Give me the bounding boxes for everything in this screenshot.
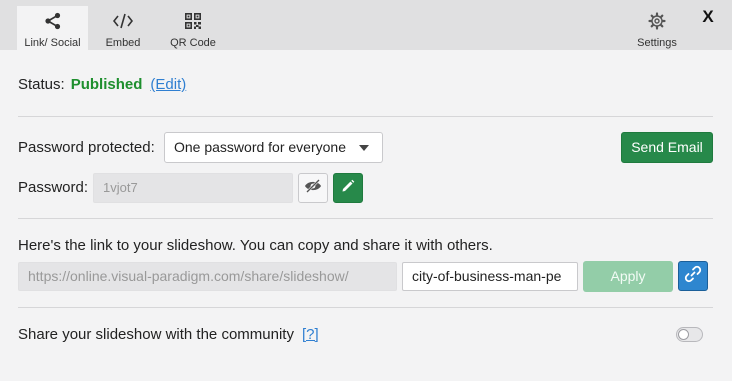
eye-slash-icon xyxy=(304,178,322,198)
status-row: Status: Published (Edit) xyxy=(18,76,186,93)
community-help-link[interactable]: [?] xyxy=(302,326,319,343)
password-mode-select[interactable]: One password for everyone xyxy=(164,132,383,163)
tab-label: Embed xyxy=(105,37,141,49)
password-label: Password: xyxy=(18,179,89,196)
share-url-slug-input[interactable]: city-of-business-man-pe xyxy=(402,262,578,291)
link-icon xyxy=(684,265,702,288)
send-email-button[interactable]: Send Email xyxy=(621,132,713,163)
gear-icon xyxy=(648,10,666,32)
password-field[interactable]: 1vjot7 xyxy=(93,173,293,203)
edit-status-link[interactable]: (Edit) xyxy=(150,76,186,93)
password-mode-value: One password for everyone xyxy=(174,139,346,155)
divider xyxy=(18,116,713,117)
status-label: Status: xyxy=(18,76,65,93)
share-icon xyxy=(44,10,62,32)
caret-down-icon xyxy=(359,145,369,151)
settings-button[interactable]: Settings xyxy=(626,6,688,50)
status-value: Published xyxy=(70,76,143,93)
qr-code-icon xyxy=(185,10,201,32)
share-link-description: Here's the link to your slideshow. You c… xyxy=(18,237,493,254)
community-row: Share your slideshow with the community … xyxy=(18,326,319,343)
toggle-password-visibility-button[interactable] xyxy=(298,173,328,203)
password-protected-label: Password protected: xyxy=(18,139,155,156)
apply-button[interactable]: Apply xyxy=(583,261,673,292)
divider xyxy=(18,218,713,219)
community-label: Share your slideshow with the community xyxy=(18,326,294,343)
settings-label: Settings xyxy=(637,37,677,49)
tab-qr-code[interactable]: QR Code xyxy=(163,6,223,50)
copy-link-button[interactable] xyxy=(678,261,708,291)
tab-link-social[interactable]: Link/ Social xyxy=(17,6,88,50)
divider xyxy=(18,307,713,308)
share-url-base: https://online.visual-paradigm.com/share… xyxy=(18,262,397,291)
toggle-knob xyxy=(678,329,689,340)
top-toolbar: Link/ Social Embed QR Code Settings X xyxy=(0,0,732,50)
community-toggle[interactable] xyxy=(676,327,703,342)
close-button[interactable]: X xyxy=(699,8,717,26)
pencil-icon xyxy=(341,179,355,198)
tab-label: QR Code xyxy=(170,37,216,49)
tab-embed[interactable]: Embed xyxy=(93,6,153,50)
tab-label: Link/ Social xyxy=(24,37,81,49)
code-icon xyxy=(113,10,133,32)
edit-password-button[interactable] xyxy=(333,173,363,203)
